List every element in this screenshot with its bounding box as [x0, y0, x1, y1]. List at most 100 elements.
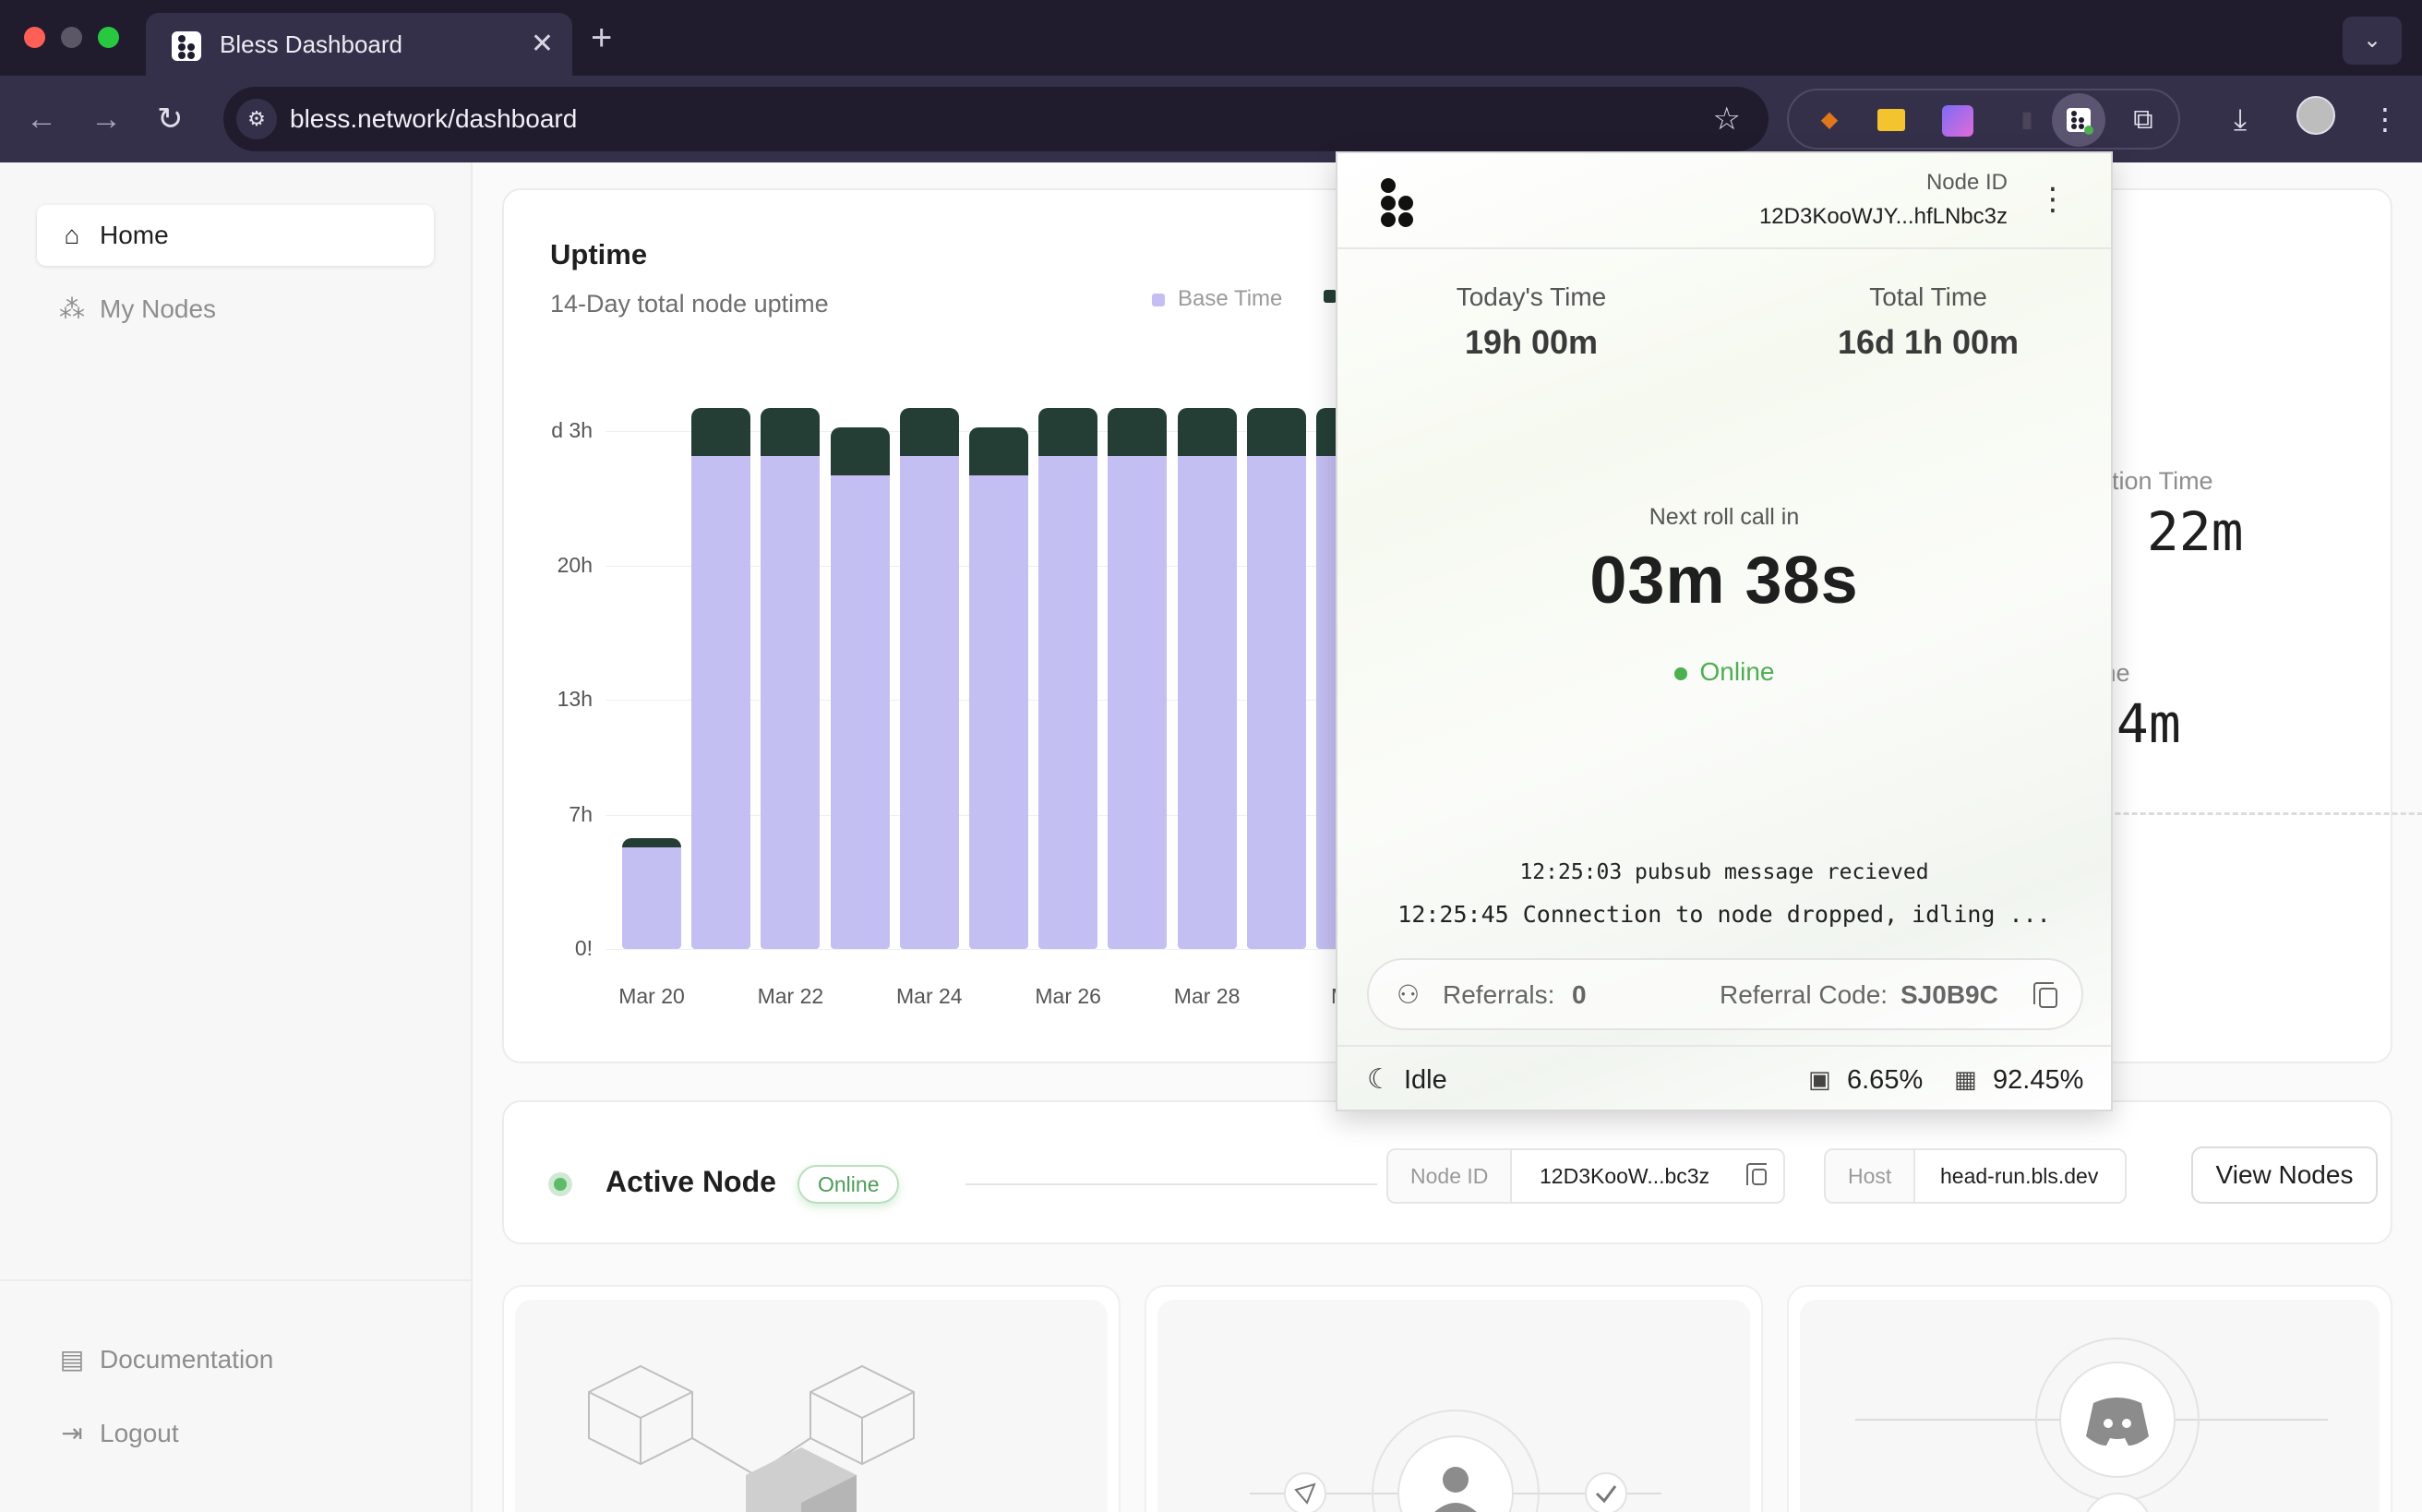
copy-icon[interactable] — [1746, 1163, 1767, 1185]
browser-menu-icon[interactable]: ⋮ — [2370, 98, 2400, 140]
address-bar[interactable]: ⚙ bless.network/dashboard ☆ — [223, 87, 1769, 151]
uptime-bar[interactable] — [1177, 408, 1237, 949]
uptime-bar[interactable] — [1246, 408, 1306, 949]
bar-segment-base — [1177, 456, 1237, 949]
memory-usage: 92.45% — [1993, 1065, 2084, 1095]
divider — [965, 1183, 1377, 1185]
referral-code-label: Referral Code: — [1720, 980, 1888, 1009]
bar-segment-extra — [1246, 408, 1306, 457]
tab-close-icon[interactable]: ✕ — [531, 26, 554, 63]
uptime-bar[interactable] — [830, 427, 890, 949]
legend-label: Base Time — [1178, 286, 1283, 311]
feature-card-illustration — [515, 1300, 1108, 1512]
host-value: head-run.bls.dev — [1940, 1164, 2099, 1188]
uptime-bar[interactable] — [761, 408, 821, 949]
y-tick-label: 0! — [574, 936, 593, 960]
new-tab-button[interactable]: + — [591, 17, 612, 59]
copy-icon[interactable] — [2033, 982, 2057, 1008]
uptime-bar[interactable] — [691, 408, 751, 949]
folder-extension-icon[interactable] — [1877, 109, 1905, 131]
sidebar-item-label: Home — [100, 221, 169, 249]
y-tick-label: d 3h — [551, 418, 593, 443]
sidebar-item-home[interactable]: ⌂ Home — [37, 205, 434, 266]
uptime-bar[interactable] — [969, 427, 1028, 949]
memory-icon: ▦ — [1954, 1065, 1977, 1093]
popup-menu-icon[interactable]: ⋮ — [2037, 181, 2068, 218]
close-window-button[interactable] — [24, 27, 45, 48]
add-user-icon: ⚇ — [1397, 980, 1421, 1009]
sidebar-item-logout[interactable]: ⇥ Logout — [37, 1403, 434, 1464]
maximize-window-button[interactable] — [98, 27, 119, 48]
popup-status-text: Online — [1699, 657, 1775, 686]
download-icon[interactable]: ⤓ — [2234, 98, 2247, 140]
status-badge: Online — [797, 1165, 900, 1204]
bookmark-star-icon[interactable]: ☆ — [1713, 98, 1741, 140]
node-id-field: Node ID 12D3KooW...bc3z — [1386, 1148, 1785, 1204]
bless-extension-popup: Node ID 12D3KooWJY...hfLNbc3z ⋮ Today's … — [1336, 151, 2113, 1111]
feature-card-nodes — [502, 1285, 1121, 1512]
popup-status: Online — [1337, 657, 2111, 687]
house-icon: ⌂ — [64, 221, 80, 249]
bar-segment-base — [969, 474, 1028, 949]
eyedropper-extension-icon[interactable] — [1942, 105, 1973, 137]
nodes-icon: ⁂ — [59, 294, 85, 323]
sidebar-item-my-nodes[interactable]: ⁂ My Nodes — [37, 279, 434, 340]
uptime-bar[interactable] — [1108, 408, 1168, 949]
uptime-bar[interactable] — [622, 837, 681, 949]
popup-header: Node ID 12D3KooWJY...hfLNbc3z ⋮ — [1337, 153, 2111, 249]
y-tick-label: 20h — [557, 552, 593, 577]
sidebar-item-label: Logout — [100, 1419, 179, 1447]
puzzle-extension-icon[interactable]: ⧉ — [2125, 102, 2162, 138]
forward-button[interactable]: → — [90, 98, 122, 140]
discord-icon — [1855, 1338, 2328, 1512]
sidebar-item-documentation[interactable]: ▤ Documentation — [37, 1329, 434, 1390]
bless-extension-icon[interactable] — [2052, 93, 2105, 147]
feature-card-referral — [1145, 1285, 1763, 1512]
bar-segment-extra — [761, 408, 821, 457]
legend-base-time: Base Time — [1152, 286, 1282, 312]
status-dot-icon — [548, 1172, 572, 1196]
bar-segment-extra — [1108, 408, 1168, 457]
fox-extension-icon[interactable]: ◆ — [1811, 102, 1848, 138]
host-field: Host head-run.bls.dev — [1824, 1148, 2127, 1204]
tab-search-button[interactable]: ⌄ — [2343, 17, 2402, 65]
browser-tabstrip: Bless Dashboard ✕ + ⌄ — [0, 0, 2422, 76]
moon-icon: ☾ — [1367, 1064, 1392, 1095]
legend-swatch — [1152, 293, 1165, 306]
legend-swatch — [1324, 290, 1337, 303]
cube-network-icon — [588, 1364, 915, 1512]
referral-box: ⚇ Referrals: 0 Referral Code: SJ0B9C — [1367, 958, 2083, 1030]
minimize-window-button[interactable] — [61, 27, 82, 48]
url-text[interactable]: bless.network/dashboard — [290, 101, 577, 138]
reload-button[interactable]: ↻ — [157, 98, 184, 140]
back-button[interactable]: ← — [26, 98, 57, 140]
tab-title: Bless Dashboard — [220, 30, 402, 58]
log-line: 12:25:03 pubsub message recieved — [1519, 860, 1929, 884]
bar-segment-base — [761, 456, 821, 949]
node-id-value: 12D3KooW...bc3z — [1540, 1164, 1710, 1188]
bar-segment-base — [1246, 456, 1306, 949]
profile-avatar[interactable] — [2296, 96, 2335, 135]
node-id-key: Node ID — [1388, 1150, 1513, 1202]
uptime-bar[interactable] — [1038, 408, 1098, 949]
bar-segment-base — [691, 456, 751, 949]
feature-card-illustration — [1157, 1300, 1750, 1512]
bar-segment-extra — [1038, 408, 1098, 457]
todays-time-label: Today's Time — [1456, 282, 1607, 311]
sidebar: ⌂ Home ⁂ My Nodes ▤ Documentation ⇥ Logo… — [0, 162, 473, 1512]
uptime-bar[interactable] — [899, 408, 959, 949]
total-time-label: Total Time — [1869, 282, 1987, 311]
extensions-group: ◆ ▮ ⧉ — [1787, 89, 2180, 150]
x-tick-label: Mar 20 — [618, 984, 685, 1008]
total-time-value: 16d 1h 00m — [1837, 323, 2020, 361]
popup-node-id-value: 12D3KooWJY...hfLNbc3z — [1758, 204, 2008, 229]
referral-code-value: SJ0B9C — [1900, 980, 1998, 1009]
view-nodes-button[interactable]: View Nodes — [2191, 1146, 2378, 1204]
uptime-title: Uptime — [550, 238, 648, 270]
browser-tab[interactable]: Bless Dashboard ✕ — [146, 13, 572, 76]
trash-extension-icon[interactable]: ▮ — [2008, 102, 2045, 138]
sidebar-divider — [0, 1279, 473, 1281]
site-settings-icon[interactable]: ⚙ — [236, 99, 277, 139]
bar-segment-extra — [830, 427, 890, 475]
cpu-icon: ▣ — [1808, 1065, 1831, 1093]
